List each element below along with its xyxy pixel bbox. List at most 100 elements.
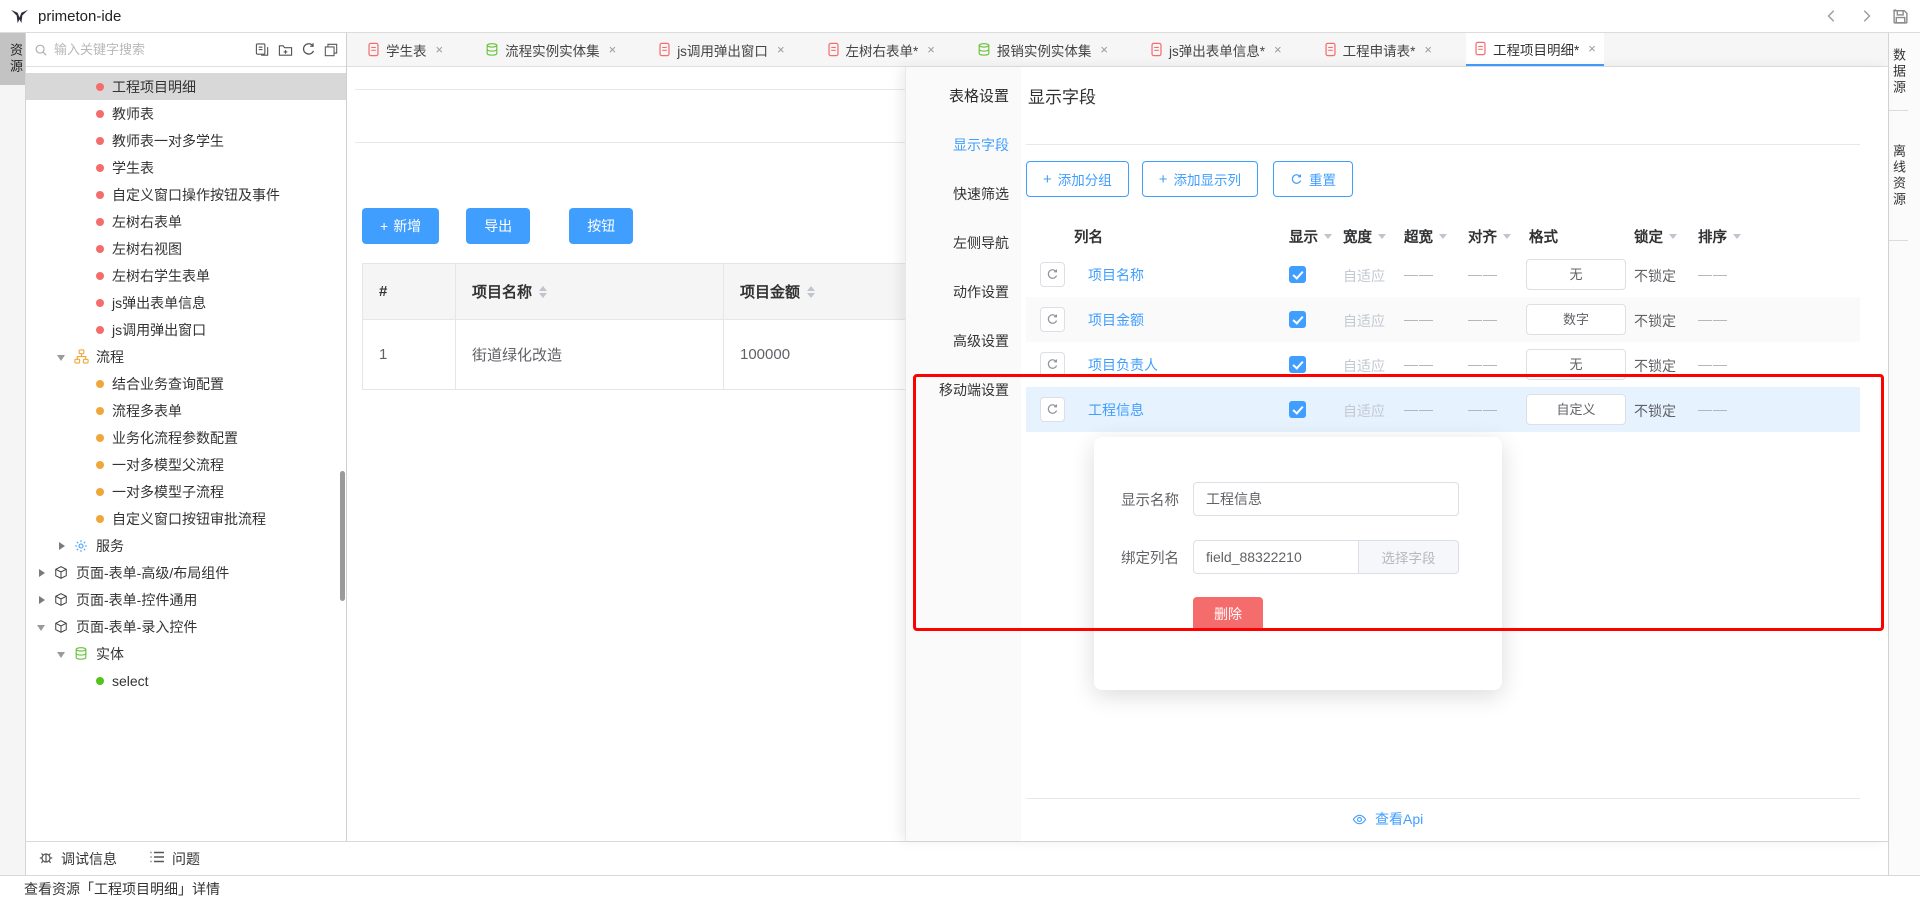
filter-caret-icon[interactable] (1503, 234, 1511, 239)
tree-item[interactable]: js弹出表单信息 (26, 289, 346, 316)
close-icon[interactable]: × (436, 43, 444, 56)
expand-arrow-icon[interactable] (36, 567, 48, 579)
locate-resource-icon[interactable] (255, 42, 270, 57)
tree-item[interactable]: 服务 (26, 532, 346, 559)
export-button[interactable]: 导出 (466, 208, 530, 244)
custom-button[interactable]: 按钮 (569, 208, 633, 244)
settings-menu-item[interactable]: 高级设置 (906, 317, 1021, 366)
add-button[interactable]: +添加显示列 (1142, 161, 1258, 197)
tree-item[interactable]: 自定义窗口操作按钮及事件 (26, 181, 346, 208)
settings-menu-item[interactable]: 左侧导航 (906, 219, 1021, 268)
tree-item[interactable]: 页面-表单-控件通用 (26, 586, 346, 613)
rail-tab-resources[interactable]: 资源 (0, 33, 25, 85)
tree-item[interactable]: 一对多模型子流程 (26, 478, 346, 505)
row-refresh-button[interactable] (1040, 262, 1065, 287)
tree-item[interactable]: 学生表 (26, 154, 346, 181)
tree-item[interactable]: 业务化流程参数配置 (26, 424, 346, 451)
tree-item[interactable]: 工程项目明细 (26, 73, 346, 100)
reset-button[interactable]: 重置 (1273, 161, 1353, 197)
editor-tab[interactable]: js调用弹出窗口× (650, 33, 792, 66)
show-checkbox-checked[interactable] (1289, 311, 1306, 328)
tree-item[interactable]: 页面-表单-高级/布局组件 (26, 559, 346, 586)
editor-tab[interactable]: 学生表× (359, 33, 451, 66)
filter-caret-icon[interactable] (1439, 234, 1447, 239)
save-icon[interactable] (1890, 6, 1910, 26)
tree-item[interactable]: 自定义窗口按钮审批流程 (26, 505, 346, 532)
field-row[interactable]: 项目金额自适应————数字不锁定—— (1026, 297, 1860, 342)
tree-item[interactable]: 结合业务查询配置 (26, 370, 346, 397)
show-checkbox-checked[interactable] (1289, 401, 1306, 418)
format-select[interactable]: 自定义 (1526, 394, 1626, 425)
collapse-all-icon[interactable] (324, 43, 338, 57)
rail-tab[interactable]: 离线资源 (1889, 111, 1908, 241)
tree-item[interactable]: 一对多模型父流程 (26, 451, 346, 478)
debug-info-tab[interactable]: 调试信息 (38, 849, 117, 869)
format-select[interactable]: 无 (1526, 349, 1626, 380)
editor-tab[interactable]: 流程实例实体集× (477, 33, 624, 66)
settings-menu-item[interactable]: 显示字段 (906, 121, 1021, 170)
close-icon[interactable]: × (1424, 43, 1432, 56)
editor-tab[interactable]: js弹出表单信息*× (1142, 33, 1290, 66)
tree-item[interactable]: 流程 (26, 343, 346, 370)
add-button[interactable]: +添加分组 (1026, 161, 1129, 197)
tree-item[interactable]: 流程多表单 (26, 397, 346, 424)
filter-caret-icon[interactable] (1733, 234, 1741, 239)
sort-icon[interactable] (539, 286, 547, 298)
editor-tab[interactable]: 左树右表单*× (819, 33, 943, 66)
editor-tab[interactable]: 工程项目明细*× (1466, 33, 1604, 66)
problems-tab[interactable]: 问题 (149, 849, 200, 869)
add-button[interactable]: +新增 (362, 208, 439, 244)
row-refresh-button[interactable] (1040, 307, 1065, 332)
format-select[interactable]: 数字 (1526, 304, 1626, 335)
search-input[interactable] (54, 42, 249, 57)
tree-item[interactable]: 实体 (26, 640, 346, 667)
editor-tab[interactable]: 工程申请表*× (1316, 33, 1440, 66)
filter-caret-icon[interactable] (1669, 234, 1677, 239)
row-refresh-button[interactable] (1040, 397, 1065, 422)
forward-icon[interactable] (1856, 6, 1876, 26)
new-folder-icon[interactable] (278, 43, 293, 57)
field-row[interactable]: 项目名称自适应————无不锁定—— (1026, 252, 1860, 297)
tree-item[interactable]: 页面-表单-录入控件 (26, 613, 346, 640)
close-icon[interactable]: × (777, 43, 785, 56)
collapse-arrow-icon[interactable] (56, 351, 68, 363)
tree-item[interactable]: 左树右学生表单 (26, 262, 346, 289)
settings-menu-item[interactable]: 动作设置 (906, 268, 1021, 317)
tree-item[interactable]: js调用弹出窗口 (26, 316, 346, 343)
sort-icon[interactable] (807, 286, 815, 298)
bind-column-input[interactable] (1193, 540, 1359, 574)
view-api-link[interactable]: 查看Api (1351, 809, 1423, 829)
tree-item[interactable]: 左树右视图 (26, 235, 346, 262)
display-name-input[interactable] (1193, 482, 1459, 516)
close-icon[interactable]: × (1100, 43, 1108, 56)
collapse-arrow-icon[interactable] (56, 648, 68, 660)
column-name-link[interactable]: 工程信息 (1088, 400, 1144, 420)
tree-item[interactable]: select (26, 667, 346, 694)
expand-arrow-icon[interactable] (56, 540, 68, 552)
column-name-link[interactable]: 项目负责人 (1088, 355, 1158, 375)
column-name-link[interactable]: 项目名称 (1088, 265, 1144, 285)
rail-tab[interactable]: 数据源 (1889, 33, 1908, 111)
field-row[interactable]: 项目负责人自适应————无不锁定—— (1026, 342, 1860, 387)
tree-item[interactable]: 教师表 (26, 100, 346, 127)
close-icon[interactable]: × (1274, 43, 1282, 56)
show-checkbox-checked[interactable] (1289, 266, 1306, 283)
column-name-link[interactable]: 项目金额 (1088, 310, 1144, 330)
close-icon[interactable]: × (609, 43, 617, 56)
close-icon[interactable]: × (1588, 42, 1596, 55)
header-project-name[interactable]: 项目名称 (456, 264, 724, 319)
tree-item[interactable]: 左树右表单 (26, 208, 346, 235)
collapse-arrow-icon[interactable] (36, 621, 48, 633)
filter-caret-icon[interactable] (1378, 234, 1386, 239)
back-icon[interactable] (1822, 6, 1842, 26)
settings-menu-item[interactable]: 快速筛选 (906, 170, 1021, 219)
tree-item[interactable]: 教师表一对多学生 (26, 127, 346, 154)
field-row[interactable]: 工程信息自适应————自定义不锁定—— (1026, 387, 1860, 432)
row-refresh-button[interactable] (1040, 352, 1065, 377)
format-select[interactable]: 无 (1526, 259, 1626, 290)
show-checkbox-checked[interactable] (1289, 356, 1306, 373)
filter-caret-icon[interactable] (1324, 234, 1332, 239)
sidebar-scrollbar[interactable] (340, 471, 345, 601)
expand-arrow-icon[interactable] (36, 594, 48, 606)
refresh-icon[interactable] (301, 42, 316, 57)
